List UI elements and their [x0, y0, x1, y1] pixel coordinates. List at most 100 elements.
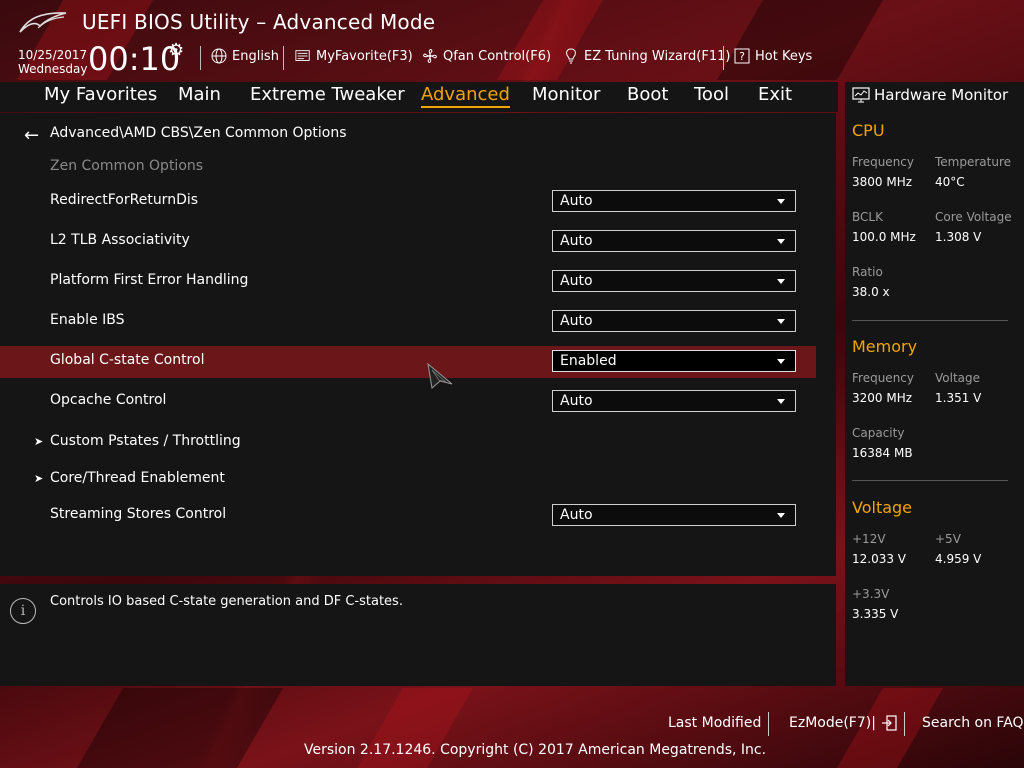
hardware-monitor-label: Hardware Monitor — [874, 86, 1009, 104]
voltage-5v-value: 4.959 V — [935, 552, 982, 566]
chevron-down-icon — [777, 399, 785, 404]
ezmode-button[interactable]: EzMode(F7)| — [789, 715, 898, 731]
memory-voltage-value: 1.351 V — [935, 391, 982, 405]
last-modified-button[interactable]: Last Modified — [668, 715, 761, 731]
voltage-heading: Voltage — [852, 498, 913, 517]
hardware-monitor-title: Hardware Monitor — [852, 86, 1008, 104]
chevron-down-icon — [777, 199, 785, 204]
language-button[interactable]: English — [211, 46, 279, 66]
divider — [904, 712, 905, 736]
cpu-core-voltage-label: Core Voltage — [935, 210, 1012, 224]
breadcrumb: Advanced\AMD CBS\Zen Common Options — [50, 125, 347, 141]
cpu-frequency-value: 3800 MHz — [852, 175, 913, 189]
tab-exit[interactable]: Exit — [758, 84, 792, 105]
select-value: Auto — [560, 313, 593, 329]
search-on-faq-button[interactable]: Search on FAQ — [922, 715, 1024, 731]
divider — [200, 46, 201, 70]
tab-my-favorites[interactable]: My Favorites — [44, 84, 157, 105]
ez-tuning-wizard-button[interactable]: EZ Tuning Wizard(F11) — [563, 46, 730, 66]
submenu-custom-pstates[interactable]: Custom Pstates / Throttling — [50, 433, 241, 449]
qfan-control-button[interactable]: Qfan Control(F6) — [422, 46, 551, 66]
mouse-cursor-icon — [427, 362, 453, 389]
submenu-arrow-icon: ➤ — [34, 435, 44, 448]
cpu-bclk-value: 100.0 MHz — [852, 230, 916, 244]
submenu-core-thread-enablement[interactable]: Core/Thread Enablement — [50, 470, 225, 486]
l2-tlb-associativity-select[interactable]: Auto — [552, 230, 796, 252]
platform-first-error-handling-select[interactable]: Auto — [552, 270, 796, 292]
tab-main[interactable]: Main — [178, 84, 221, 105]
submenu-arrow-icon: ➤ — [34, 472, 44, 485]
myfavorite-label: MyFavorite(F3) — [316, 48, 413, 64]
cpu-core-voltage-value: 1.308 V — [935, 230, 982, 244]
setting-label: Global C-state Control — [50, 352, 205, 368]
cpu-frequency-label: Frequency — [852, 155, 914, 169]
divider — [768, 712, 769, 736]
redirect-for-return-dis-select[interactable]: Auto — [552, 190, 796, 212]
setting-label: Opcache Control — [50, 392, 167, 408]
setting-label: Enable IBS — [50, 312, 125, 328]
lightbulb-icon — [563, 48, 579, 64]
memory-heading: Memory — [852, 337, 918, 356]
memory-frequency-label: Frequency — [852, 371, 914, 385]
hot-keys-button[interactable]: ? Hot Keys — [734, 46, 812, 66]
globe-icon — [211, 48, 227, 64]
date-text: 10/25/2017 — [18, 48, 88, 62]
question-icon: ? — [734, 48, 750, 64]
chevron-down-icon — [777, 359, 785, 364]
select-value: Auto — [560, 393, 593, 409]
voltage-5v-label: +5V — [935, 532, 961, 546]
select-value: Auto — [560, 273, 593, 289]
streaming-stores-control-select[interactable]: Auto — [552, 504, 796, 526]
favorite-icon — [295, 48, 311, 64]
memory-voltage-label: Voltage — [935, 371, 981, 385]
select-value: Auto — [560, 233, 593, 249]
cpu-heading: CPU — [852, 121, 885, 140]
voltage-3v3-value: 3.335 V — [852, 607, 899, 621]
ez-tuning-wizard-label: EZ Tuning Wizard(F11) — [584, 48, 731, 64]
setting-label: RedirectForReturnDis — [50, 192, 199, 208]
tab-advanced[interactable]: Advanced — [421, 84, 510, 108]
setting-label: Streaming Stores Control — [50, 506, 227, 522]
setting-label: Platform First Error Handling — [50, 272, 249, 288]
divider — [283, 46, 284, 70]
enable-ibs-select[interactable]: Auto — [552, 310, 796, 332]
fan-icon — [422, 48, 438, 64]
copyright-text: Version 2.17.1246. Copyright (C) 2017 Am… — [304, 742, 767, 758]
ezmode-label: EzMode(F7)| — [789, 715, 876, 731]
tab-extreme-tweaker[interactable]: Extreme Tweaker — [250, 84, 405, 105]
language-label: English — [232, 48, 279, 64]
weekday-text: Wednesday — [18, 62, 88, 76]
divider — [852, 320, 1008, 321]
date-display: 10/25/2017 Wednesday — [18, 48, 87, 76]
voltage-3v3-label: +3.3V — [852, 587, 890, 601]
tab-tool[interactable]: Tool — [694, 84, 729, 105]
help-text: Controls IO based C-state generation and… — [50, 594, 403, 609]
back-arrow-icon[interactable]: ← — [24, 125, 39, 146]
rog-logo-icon — [19, 12, 67, 33]
chevron-down-icon — [777, 513, 785, 518]
global-c-state-control-select[interactable]: Enabled — [552, 350, 796, 372]
app-title: UEFI BIOS Utility – Advanced Mode — [82, 10, 436, 34]
select-value: Auto — [560, 193, 593, 209]
gear-icon[interactable]: ⚙ — [168, 40, 184, 61]
memory-capacity-label: Capacity — [852, 426, 905, 440]
qfan-control-label: Qfan Control(F6) — [443, 48, 552, 64]
setting-label: L2 TLB Associativity — [50, 232, 190, 248]
hot-keys-label: Hot Keys — [755, 48, 813, 64]
cpu-temperature-label: Temperature — [935, 155, 1012, 169]
tab-monitor[interactable]: Monitor — [532, 84, 600, 105]
cpu-ratio-label: Ratio — [852, 265, 883, 279]
voltage-12v-value: 12.033 V — [852, 552, 907, 566]
voltage-12v-label: +12V — [852, 532, 886, 546]
monitor-icon — [852, 87, 870, 103]
info-icon: i — [10, 598, 36, 624]
cpu-ratio-value: 38.0 x — [852, 285, 890, 299]
chevron-down-icon — [777, 239, 785, 244]
memory-frequency-value: 3200 MHz — [852, 391, 913, 405]
opcache-control-select[interactable]: Auto — [552, 390, 796, 412]
tab-boot[interactable]: Boot — [627, 84, 668, 105]
exit-icon — [882, 715, 898, 731]
chevron-down-icon — [777, 279, 785, 284]
myfavorite-button[interactable]: MyFavorite(F3) — [295, 46, 413, 66]
cpu-temperature-value: 40°C — [935, 175, 965, 189]
